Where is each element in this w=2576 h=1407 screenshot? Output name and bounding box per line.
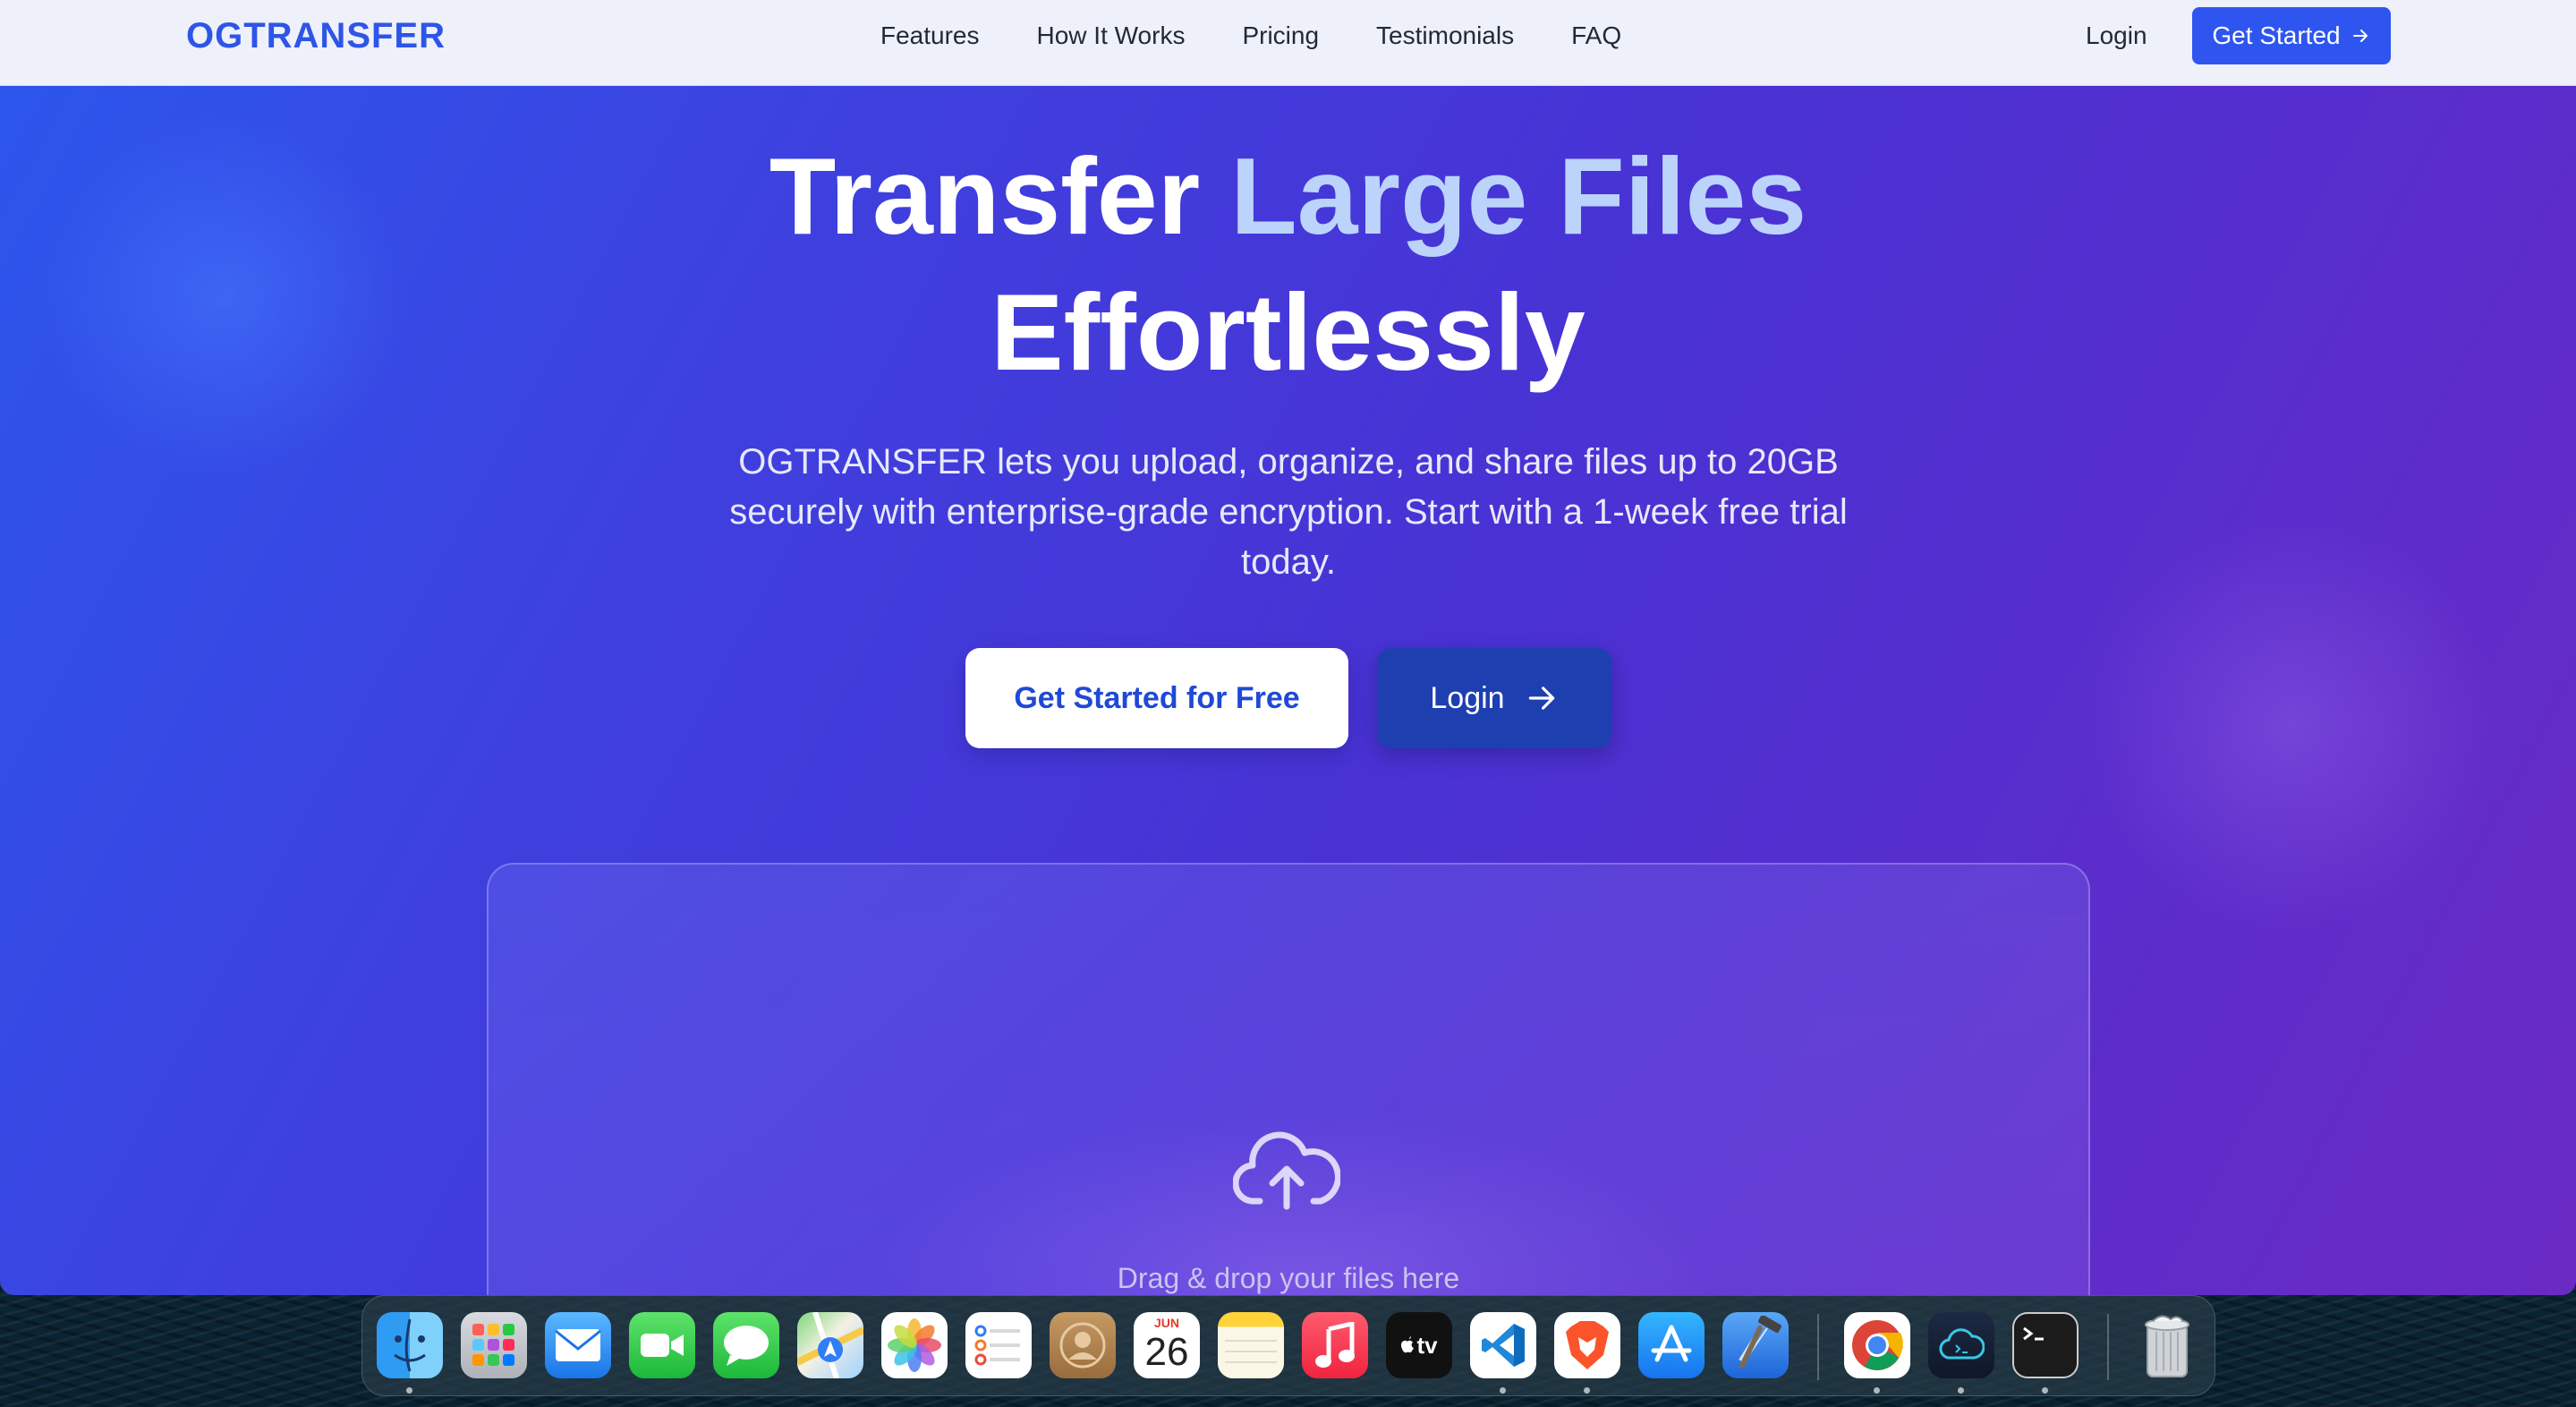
nav-get-started-button[interactable]: Get Started xyxy=(2192,7,2391,64)
mail-icon[interactable] xyxy=(545,1312,611,1378)
finder-icon[interactable] xyxy=(377,1312,443,1378)
running-indicator xyxy=(1500,1387,1506,1394)
hero-title-accent: Large Files xyxy=(1230,135,1807,257)
hero-title-white: Transfer xyxy=(769,135,1201,257)
running-indicator xyxy=(406,1387,412,1394)
hero-title-line-2: Effortlessly xyxy=(990,271,1586,393)
running-indicator xyxy=(1874,1387,1880,1394)
trash-icon[interactable] xyxy=(2134,1312,2200,1378)
maps-icon[interactable] xyxy=(797,1312,863,1378)
apple-tv-icon[interactable]: tv xyxy=(1386,1312,1452,1378)
reminders-icon[interactable] xyxy=(965,1312,1032,1378)
calendar-icon[interactable]: JUN 26 xyxy=(1134,1312,1200,1378)
nav-get-started-label: Get Started xyxy=(2212,21,2341,49)
messages-icon[interactable] xyxy=(713,1312,779,1378)
xcode-icon[interactable] xyxy=(1722,1312,1789,1378)
brand-logo[interactable]: OGTRANSFER xyxy=(186,16,446,55)
contacts-icon[interactable] xyxy=(1050,1312,1116,1378)
nav-link-faq[interactable]: FAQ xyxy=(1571,20,1621,52)
launchpad-icon[interactable] xyxy=(461,1312,527,1378)
dock-separator xyxy=(1817,1314,1819,1380)
arrow-right-icon xyxy=(2352,30,2368,42)
arrow-right-icon xyxy=(1528,686,1554,710)
get-started-free-button[interactable]: Get Started for Free xyxy=(965,648,1348,748)
dock-separator xyxy=(2107,1314,2109,1380)
nav-link-features[interactable]: Features xyxy=(880,20,980,52)
nav-login-link[interactable]: Login xyxy=(2086,20,2147,52)
hero-subtitle: OGTRANSFER lets you upload, organize, an… xyxy=(729,442,1848,582)
vscode-icon[interactable] xyxy=(1470,1312,1536,1378)
hero-login-label: Login xyxy=(1430,680,1505,715)
nav-link-testimonials[interactable]: Testimonials xyxy=(1376,20,1514,52)
cloud-upload-icon xyxy=(1233,1131,1340,1210)
app-store-icon[interactable] xyxy=(1638,1312,1705,1378)
apple-tv-label: tv xyxy=(1416,1331,1438,1359)
running-indicator xyxy=(1584,1387,1590,1394)
photos-icon[interactable] xyxy=(881,1312,948,1378)
macos-dock: JUN 26 tv xyxy=(361,1295,2215,1396)
running-indicator xyxy=(2042,1387,2048,1394)
calendar-day: 26 xyxy=(1144,1330,1189,1374)
brave-icon[interactable] xyxy=(1554,1312,1620,1378)
music-icon[interactable] xyxy=(1302,1312,1368,1378)
nav-link-how-it-works[interactable]: How It Works xyxy=(1037,20,1186,52)
cloud-terminal-icon[interactable] xyxy=(1928,1312,1994,1378)
file-dropzone[interactable]: Drag & drop your files here xyxy=(487,863,2090,1295)
terminal-icon[interactable] xyxy=(2012,1312,2079,1378)
nav-links: Features How It Works Pricing Testimonia… xyxy=(880,20,1621,52)
top-navbar: OGTRANSFER Features How It Works Pricing… xyxy=(0,0,2576,86)
hero-title-line-1: Transfer Large Files xyxy=(0,129,2576,263)
background-glow xyxy=(2076,519,2505,931)
desktop: OGTRANSFER Features How It Works Pricing… xyxy=(0,0,2576,1407)
browser-viewport: OGTRANSFER Features How It Works Pricing… xyxy=(0,0,2576,1295)
hero-login-button[interactable]: Login xyxy=(1377,648,1611,748)
notes-icon[interactable] xyxy=(1218,1312,1284,1378)
facetime-icon[interactable] xyxy=(629,1312,695,1378)
calendar-month: JUN xyxy=(1153,1316,1179,1330)
chrome-icon[interactable] xyxy=(1844,1312,1910,1378)
running-indicator xyxy=(1958,1387,1964,1394)
nav-link-pricing[interactable]: Pricing xyxy=(1242,20,1319,52)
dropzone-text: Drag & drop your files here xyxy=(1117,1262,1460,1294)
